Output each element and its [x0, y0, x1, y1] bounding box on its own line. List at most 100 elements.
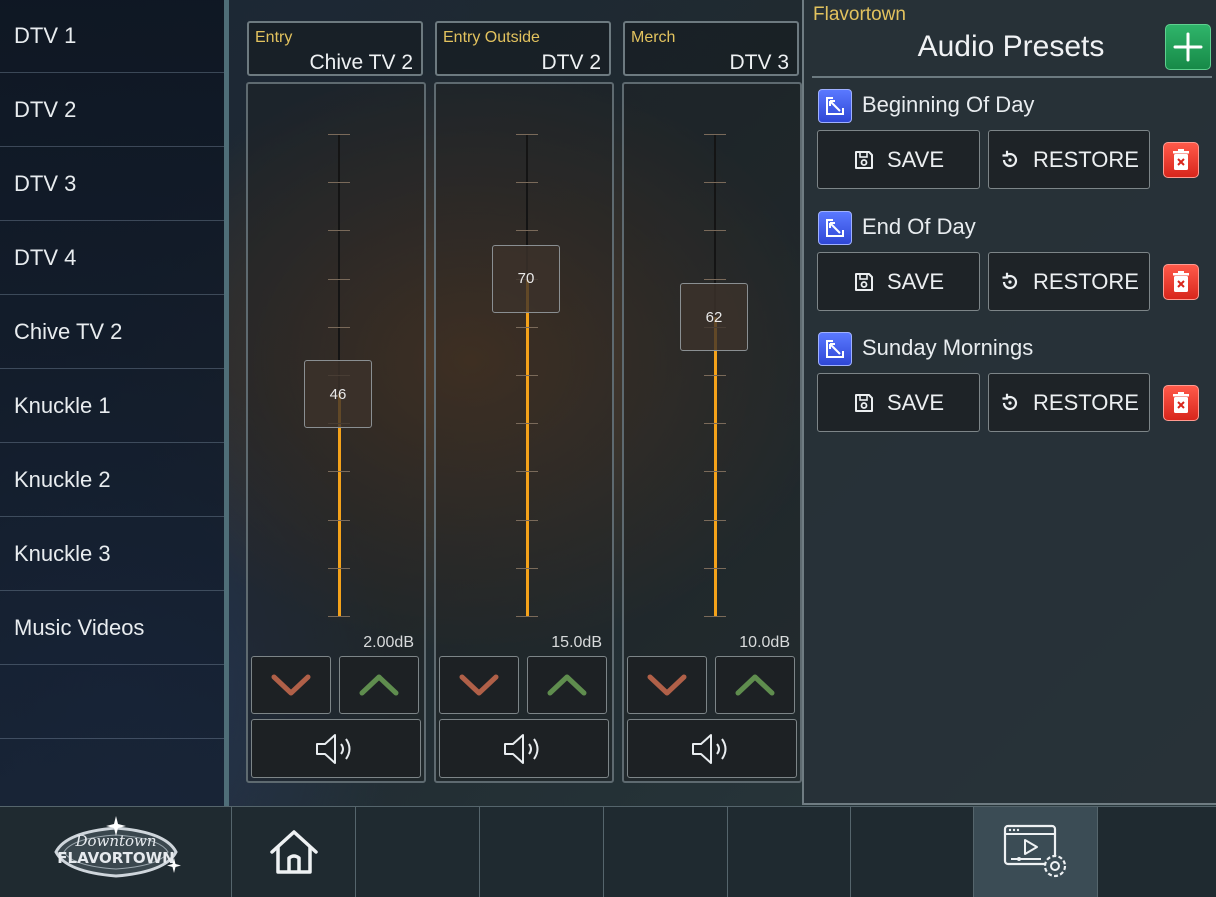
preset-item: Sunday Mornings SAVE RESTORE — [816, 332, 1208, 450]
fader-knob[interactable]: 62 — [680, 283, 748, 352]
edit-icon — [826, 219, 844, 237]
sidebar-item-music-videos[interactable]: Music Videos — [0, 592, 224, 665]
fader-tick — [516, 326, 538, 328]
fader-tick — [704, 182, 726, 184]
restore-preset-button[interactable]: RESTORE — [988, 252, 1150, 311]
sidebar-item-label: Knuckle 3 — [14, 541, 111, 566]
volume-down-button[interactable] — [627, 656, 707, 714]
gain-db-readout: 10.0dB — [739, 634, 790, 651]
volume-down-button[interactable] — [251, 656, 331, 714]
fader-tick — [704, 519, 726, 521]
sidebar-item-label: Chive TV 2 — [14, 319, 123, 344]
sidebar-item-label: DTV 4 — [14, 245, 77, 270]
channel-strip: 62 10.0dB — [622, 82, 802, 783]
chevron-down-icon — [459, 674, 499, 696]
volume-up-button[interactable] — [339, 656, 419, 714]
nav-slot[interactable] — [604, 807, 728, 897]
trash-icon — [1173, 149, 1189, 170]
presets-title: Audio Presets — [917, 30, 1105, 63]
fader-tick — [328, 616, 350, 617]
fader-tick — [328, 471, 350, 473]
volume-down-button[interactable] — [439, 656, 519, 714]
restore-label: RESTORE — [1033, 389, 1139, 415]
channel-header[interactable]: Merch DTV 3 — [623, 21, 799, 76]
delete-preset-button[interactable] — [1163, 264, 1199, 300]
mute-button[interactable] — [439, 719, 609, 778]
sidebar-item-chive-tv-2[interactable]: Chive TV 2 — [0, 296, 224, 369]
edit-preset-button[interactable] — [818, 89, 852, 123]
delete-preset-button[interactable] — [1163, 142, 1199, 178]
chevron-up-icon — [359, 674, 399, 696]
restore-preset-button[interactable]: RESTORE — [988, 373, 1150, 432]
channel-strip: 46 2.00dB — [246, 82, 426, 783]
sidebar-item-dtv-3[interactable]: DTV 3 — [0, 148, 224, 221]
channel-zone-label: Merch — [631, 29, 676, 46]
nav-slot[interactable] — [1098, 807, 1216, 897]
sidebar-item-knuckle-3[interactable]: Knuckle 3 — [0, 518, 224, 591]
nav-slot[interactable] — [851, 807, 974, 897]
add-preset-button[interactable] — [1165, 24, 1211, 70]
fader-tick — [704, 375, 726, 376]
channel-zone-label: Entry Outside — [443, 29, 540, 46]
fader-knob[interactable]: 70 — [492, 244, 560, 313]
mute-button[interactable] — [627, 719, 797, 778]
save-label: SAVE — [886, 146, 945, 172]
preset-name: End Of Day — [862, 214, 976, 239]
mute-button[interactable] — [251, 719, 421, 778]
fader-fill — [526, 278, 529, 616]
logo-cell[interactable]: Downtown FLAVORTOWN — [0, 807, 232, 897]
sidebar-item-label: Music Videos — [14, 615, 145, 640]
save-disk-icon — [854, 272, 873, 291]
media-settings-button[interactable] — [974, 807, 1098, 897]
source-sidebar: DTV 1 DTV 2 DTV 3 DTV 4 Chive TV 2 Knuck… — [0, 0, 224, 806]
gain-db-readout: 15.0dB — [551, 634, 602, 651]
channel-source-label: Chive TV 2 — [309, 51, 414, 74]
chevron-up-icon — [547, 674, 587, 696]
save-preset-button[interactable]: SAVE — [817, 373, 980, 432]
logo-line-1: Downtown — [74, 832, 156, 850]
trash-icon — [1173, 392, 1189, 413]
volume-up-button[interactable] — [715, 656, 795, 714]
save-preset-button[interactable]: SAVE — [817, 130, 980, 189]
logo-line-2: FLAVORTOWN — [57, 849, 174, 867]
channel-zone-label: Entry — [255, 29, 293, 46]
edit-icon — [826, 97, 844, 115]
nav-slot[interactable] — [728, 807, 851, 897]
bottom-nav-bar: Downtown FLAVORTOWN — [0, 806, 1216, 897]
restore-icon — [1002, 272, 1018, 289]
nav-slot[interactable] — [480, 807, 604, 897]
save-preset-button[interactable]: SAVE — [817, 252, 980, 311]
channel-header[interactable]: Entry Chive TV 2 — [247, 21, 423, 76]
restore-preset-button[interactable]: RESTORE — [988, 130, 1150, 189]
fader-tick — [516, 230, 538, 232]
sidebar-item-dtv-1[interactable]: DTV 1 — [0, 0, 224, 73]
sidebar-item-knuckle-2[interactable]: Knuckle 2 — [0, 444, 224, 517]
trash-icon — [1173, 271, 1189, 292]
sidebar-item-dtv-2[interactable]: DTV 2 — [0, 74, 224, 147]
sidebar-item-knuckle-1[interactable]: Knuckle 1 — [0, 370, 224, 443]
sidebar-item-label: DTV 3 — [14, 171, 77, 196]
sidebar-item-dtv-4[interactable]: DTV 4 — [0, 222, 224, 295]
preset-item: End Of Day SAVE RESTORE — [816, 211, 1208, 329]
fader-tick — [704, 567, 726, 569]
edit-icon — [826, 340, 844, 358]
edit-preset-button[interactable] — [818, 211, 852, 245]
edit-preset-button[interactable] — [818, 332, 852, 366]
fader-knob[interactable]: 46 — [304, 360, 372, 429]
fader-tick — [328, 326, 350, 328]
nav-slot[interactable] — [356, 807, 480, 897]
save-label: SAVE — [886, 268, 945, 294]
audio-presets-panel: Flavortown Audio Presets Beginning Of Da… — [802, 0, 1216, 805]
volume-up-button[interactable] — [527, 656, 607, 714]
chevron-down-icon — [647, 674, 687, 696]
fader-fill — [714, 317, 717, 616]
fader-tick — [516, 616, 538, 617]
fader-tick — [516, 423, 538, 425]
channel-strip: 70 15.0dB — [434, 82, 614, 783]
channel-header[interactable]: Entry Outside DTV 2 — [435, 21, 611, 76]
home-button[interactable] — [232, 807, 356, 897]
delete-preset-button[interactable] — [1163, 385, 1199, 421]
downtown-flavortown-logo: Downtown FLAVORTOWN — [53, 816, 181, 878]
fader-tick — [328, 182, 350, 184]
fader-tick — [516, 471, 538, 473]
